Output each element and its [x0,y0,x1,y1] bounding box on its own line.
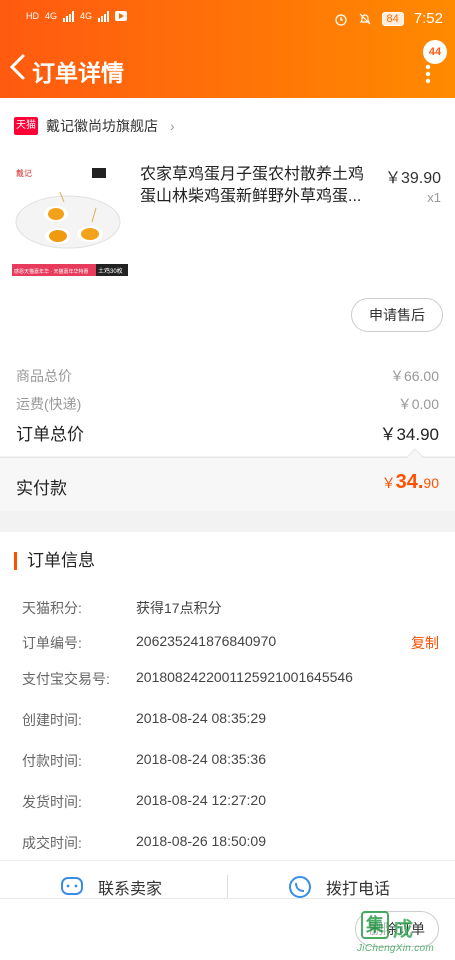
copy-button[interactable]: 复制 [411,633,439,653]
order-number: 206235241876840970 [136,633,277,649]
info-value: 2018082422001125921001645546 [136,669,353,685]
play-icon [115,11,128,21]
price-summary: 商品总价 ￥66.00 运费(快递) ￥0.00 订单总价 ￥34.90 [0,346,455,456]
phone-icon [289,876,311,898]
call-label: 拨打电话 [326,881,391,898]
alarm-icon [334,13,347,26]
contact-actions: 联系卖家 拨打电话 [0,860,455,900]
info-row-paid: 付款时间: 2018-08-24 08:35:36 [22,751,439,771]
clock: 7:52 [413,10,443,27]
info-row-alipay: 支付宝交易号: 2018082422001125921001645546 [22,669,439,689]
info-value: 2018-08-24 12:27:20 [136,792,266,808]
bottom-bar: 删除订单 集 成 JiChengXin.com [0,898,455,960]
info-key: 付款时间: [22,753,82,769]
info-row-order-number: 订单编号: 206235241876840970 复制 [22,633,439,653]
shipping-row: 运费(快递) ￥0.00 [16,394,439,414]
back-icon[interactable] [6,50,30,84]
info-key: 创建时间: [22,712,82,728]
info-value: 2018-08-24 08:35:29 [136,710,266,726]
signal-icon-2 [98,10,110,22]
info-row-shipped: 发货时间: 2018-08-24 12:27:20 [22,792,439,812]
goods-total-row: 商品总价 ￥66.00 [16,366,439,386]
shop-row[interactable]: 天猫 戴记徽尚坊旗舰店 › [14,116,175,136]
order-total-row: 订单总价 ￥34.90 [16,420,439,445]
info-key: 订单编号: [22,635,82,651]
battery-level: 84 [381,11,404,26]
signal-4g-label-2: 4G [80,11,93,21]
call-button[interactable]: 拨打电话 [288,875,390,899]
info-row-completed: 成交时间: 2018-08-26 18:50:09 [22,833,439,853]
chevron-right-icon: › [170,118,175,134]
info-row-points: 天猫积分: 获得17点积分 [22,598,439,618]
info-value: 获得17点积分 [136,600,222,616]
more-icon[interactable] [421,62,435,86]
info-key: 支付宝交易号: [22,671,110,687]
page-title: 订单详情 [32,60,124,86]
order-info-title: 订单信息 [14,552,95,570]
info-row-created: 创建时间: 2018-08-24 08:35:29 [22,710,439,730]
product-image[interactable]: 戴记 感恩天猫嘉年华 · 天猫嘉年华特惠 土鸡30枚 [12,164,128,276]
info-key: 发货时间: [22,794,82,810]
info-key: 成交时间: [22,835,82,851]
divider [227,875,228,900]
contact-seller-label: 联系卖家 [98,881,163,898]
status-bar: HD 4G 4G 84 7:52 [0,0,455,36]
watermark-text: 成 [393,919,413,941]
chat-icon [61,877,83,895]
info-value: 2018-08-26 18:50:09 [136,833,266,849]
watermark-url: JiChengXin.com [357,943,435,954]
tmall-badge: 天猫 [14,117,38,135]
watermark-logo: 集 成 JiChengXin.com [353,907,449,957]
order-item-card: 天猫 戴记徽尚坊旗舰店 › 戴记 感恩天猫嘉年华 · 天猫嘉年华特惠 土鸡30枚… [0,98,455,346]
shipping-label: 运费(快递) [16,396,82,412]
order-info-card: 订单信息 天猫积分: 获得17点积分 订单编号: 206235241876840… [0,532,455,872]
mute-icon [359,13,370,24]
goods-total-value: ￥66.00 [389,368,439,384]
signal-icon [63,10,75,22]
amount-paid-value: ￥34.90 [381,471,439,493]
shop-name[interactable]: 戴记徽尚坊旗舰店 [46,116,158,136]
network-label: HD [26,11,39,21]
app-header: HD 4G 4G 84 7:52 订单详情 44 [0,0,455,98]
product-image-strip-left: 感恩天猫嘉年华 · 天猫嘉年华特惠 [14,268,88,275]
product-price: ￥39.90 [384,170,441,187]
product-name[interactable]: 农家草鸡蛋月子蛋农村散养土鸡蛋山林柴鸡蛋新鲜野外草鸡蛋... [140,164,370,208]
product-quantity: x1 [427,190,441,205]
info-key: 天猫积分: [22,600,82,616]
watermark-mark: 集 [361,911,389,939]
product-image-brand: 戴记 [16,168,32,178]
amount-paid-row: 实付款 ￥34.90 [0,448,455,511]
signal-4g-label: 4G [45,11,58,21]
info-value: 2018-08-24 08:35:36 [136,751,266,767]
shipping-value: ￥0.00 [397,396,439,412]
message-badge[interactable]: 44 [423,40,447,64]
order-total-value: ￥34.90 [379,425,439,444]
nav-bar: 订单详情 44 [0,40,455,98]
egg-plate-illustration: 戴记 感恩天猫嘉年华 · 天猫嘉年华特惠 土鸡30枚 [12,164,128,276]
order-total-label: 订单总价 [16,425,84,444]
goods-total-label: 商品总价 [16,368,72,384]
product-image-strip-right: 土鸡30枚 [98,267,123,275]
contact-seller-button[interactable]: 联系卖家 [60,875,162,899]
apply-after-sale-button[interactable]: 申请售后 [351,298,443,332]
amount-paid-label: 实付款 [16,479,67,498]
